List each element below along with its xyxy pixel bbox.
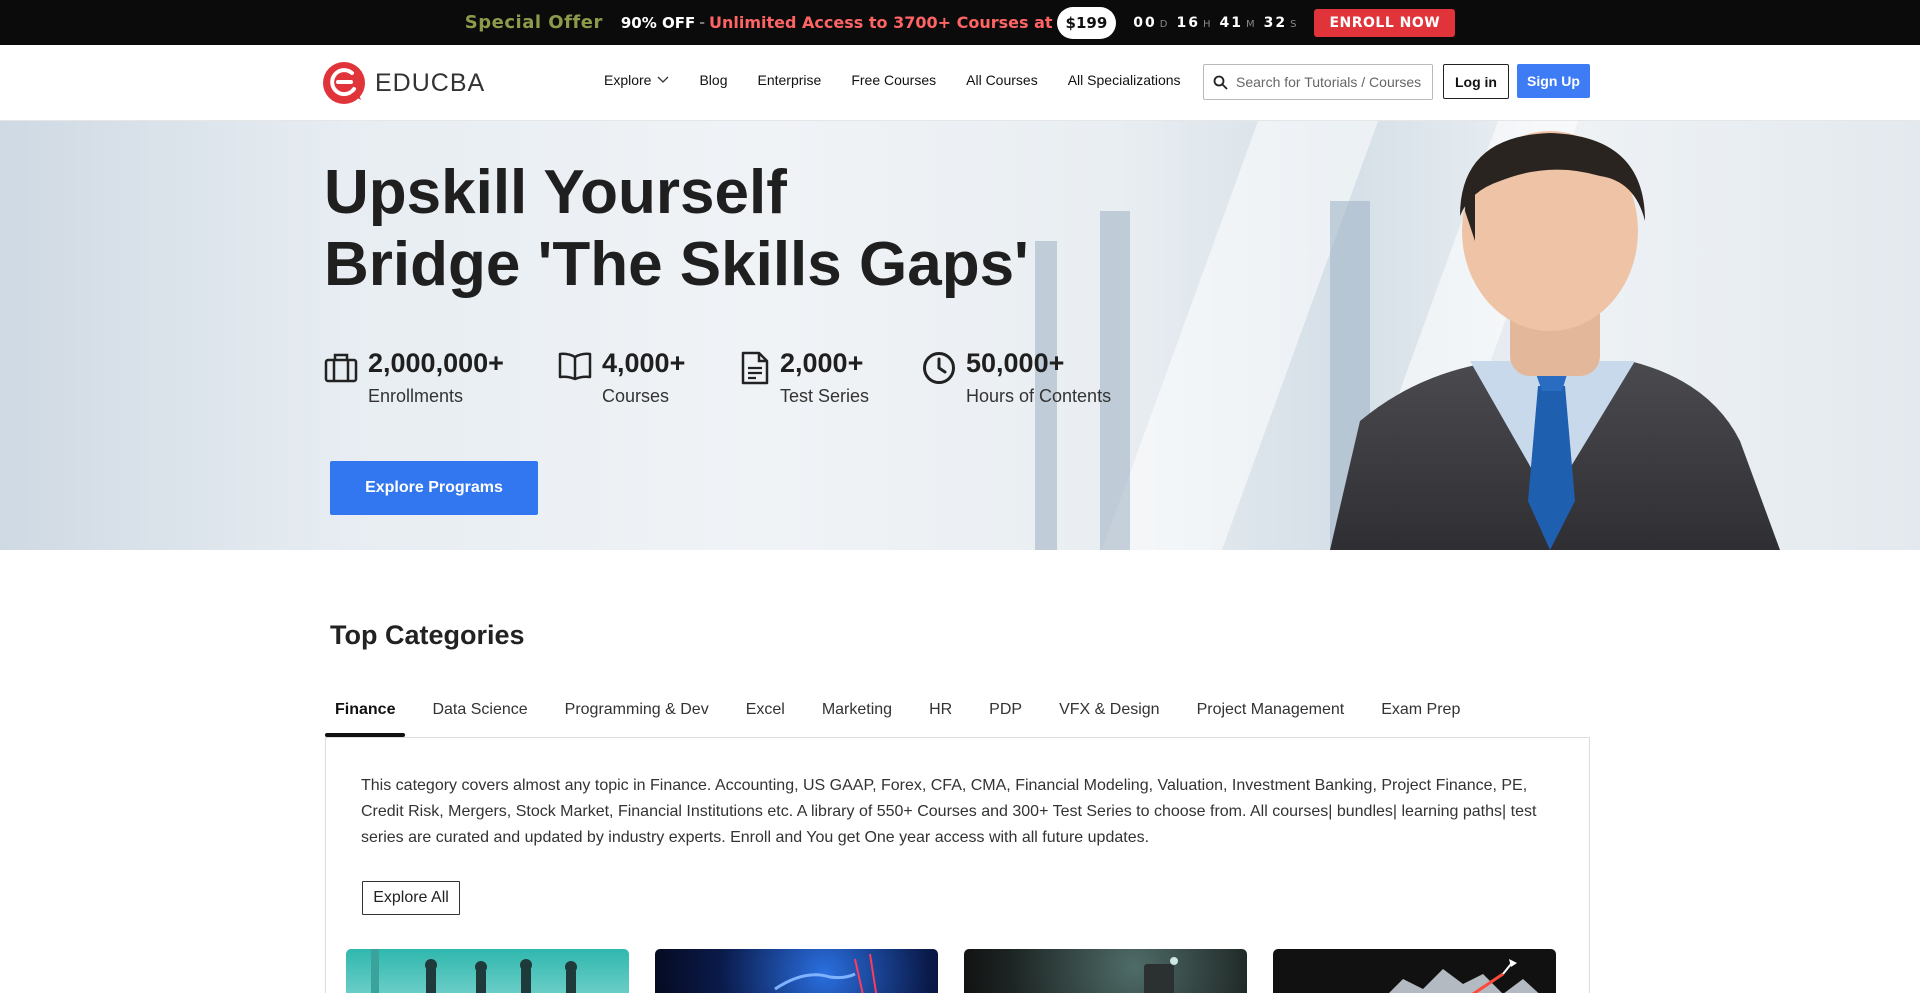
stat-enrollments: 2,000,000+ Enrollments: [324, 347, 558, 407]
nav-explore[interactable]: Explore: [604, 72, 669, 88]
course-card-image[interactable]: [655, 949, 938, 993]
timer-seconds: 32: [1263, 14, 1288, 31]
search-input[interactable]: [1236, 74, 1426, 90]
enroll-now-button[interactable]: ENROLL NOW: [1314, 8, 1456, 37]
signup-button[interactable]: Sign Up: [1517, 64, 1590, 98]
category-description: This category covers almost any topic in…: [361, 777, 1537, 846]
login-button[interactable]: Log in: [1443, 64, 1509, 99]
explore-programs-button[interactable]: Explore Programs: [330, 461, 538, 515]
tab-hr[interactable]: HR: [919, 689, 962, 737]
hero-person-image: [1330, 131, 1780, 550]
nav-enterprise[interactable]: Enterprise: [758, 72, 822, 88]
stat-hours-value: 50,000+: [966, 348, 1065, 378]
stat-test-series-value: 2,000+: [780, 348, 864, 378]
tab-exam-prep[interactable]: Exam Prep: [1371, 689, 1470, 737]
stat-courses-label: Courses: [602, 386, 670, 406]
hero-heading: Upskill Yourself Bridge 'The Skills Gaps…: [324, 157, 1029, 301]
nav-free-courses[interactable]: Free Courses: [851, 72, 936, 88]
timer-minutes: 41: [1219, 14, 1243, 31]
nav-explore-label: Explore: [604, 72, 652, 88]
timer-hours: 16: [1176, 14, 1200, 31]
hero-banner: Upskill Yourself Bridge 'The Skills Gaps…: [0, 121, 1920, 550]
briefcase-icon: [324, 353, 358, 383]
timer-days-unit: D: [1159, 18, 1168, 30]
stat-enrollments-value: 2,000,000+: [368, 348, 504, 378]
top-categories-heading: Top Categories: [330, 620, 525, 650]
stat-test-series: 2,000+ Test Series: [740, 347, 922, 407]
tab-data-science[interactable]: Data Science: [422, 689, 537, 737]
promo-bar: Special Offer 90% OFF - Unlimited Access…: [0, 0, 1920, 45]
nav-all-courses[interactable]: All Courses: [966, 72, 1038, 88]
stat-test-series-label: Test Series: [780, 386, 870, 406]
course-card-image[interactable]: [1273, 949, 1556, 993]
stat-hours: 50,000+ Hours of Contents: [922, 347, 1132, 407]
clock-icon: [923, 352, 955, 384]
promo-discount: 90% OFF: [620, 13, 696, 32]
timer-seconds-unit: S: [1290, 18, 1297, 30]
timer-hours-unit: H: [1202, 18, 1211, 30]
tab-vfx-design[interactable]: VFX & Design: [1049, 689, 1169, 737]
promo-price-badge: $199: [1056, 6, 1117, 39]
educba-logo-icon: [323, 62, 365, 104]
site-header: EDUCBA Explore Blog Enterprise Free Cour…: [0, 45, 1920, 121]
hero-heading-line1: Upskill Yourself: [324, 158, 787, 227]
course-card-image[interactable]: [346, 949, 629, 993]
document-icon: [741, 351, 769, 385]
countdown-timer: 00 D 16 H 41 M 32 S: [1133, 15, 1302, 31]
hero-heading-line2: Bridge 'The Skills Gaps': [324, 230, 1029, 299]
book-icon: [558, 352, 592, 381]
nav-blog[interactable]: Blog: [699, 72, 727, 88]
timer-minutes-unit: M: [1245, 18, 1255, 30]
explore-all-button[interactable]: Explore All: [362, 881, 460, 915]
category-panel: This category covers almost any topic in…: [325, 737, 1590, 993]
chevron-down-icon: [658, 76, 669, 83]
finance-team-illustration: [371, 949, 577, 993]
category-tabs: Finance Data Science Programming & Dev E…: [325, 689, 1487, 737]
promo-unlimited-text: Unlimited Access to 3700+ Courses at: [709, 13, 1053, 32]
logo-text: EDUCBA: [375, 68, 486, 97]
course-card-image[interactable]: [964, 949, 1247, 993]
search-icon: [1213, 75, 1228, 90]
course-thumbnails: [346, 949, 1556, 993]
stat-courses-value: 4,000+: [602, 348, 686, 378]
growth-chart-illustration: [1389, 959, 1539, 993]
educba-logo[interactable]: EDUCBA: [321, 60, 485, 106]
stat-enrollments-label: Enrollments: [368, 386, 464, 406]
timer-days: 00: [1133, 14, 1157, 31]
hero-stats: 2,000,000+ Enrollments 4,000+ Courses 2,…: [324, 347, 1132, 407]
tab-excel[interactable]: Excel: [736, 689, 795, 737]
tab-project-management[interactable]: Project Management: [1187, 689, 1355, 737]
stat-hours-label: Hours of Contents: [966, 386, 1112, 406]
promo-separator: -: [699, 14, 706, 31]
main-nav: Explore Blog Enterprise Free Courses All…: [604, 72, 1181, 88]
finance-device-illustration: [1144, 957, 1178, 993]
nav-all-specializations[interactable]: All Specializations: [1068, 72, 1181, 88]
tab-programming-dev[interactable]: Programming & Dev: [555, 689, 719, 737]
promo-special-offer: Special Offer: [464, 12, 603, 33]
search-box: [1203, 64, 1433, 100]
stock-bull-illustration: [774, 953, 878, 993]
stat-courses: 4,000+ Courses: [558, 347, 740, 407]
tab-finance[interactable]: Finance: [325, 689, 406, 737]
tab-marketing[interactable]: Marketing: [812, 689, 902, 737]
tab-pdp[interactable]: PDP: [979, 689, 1032, 737]
